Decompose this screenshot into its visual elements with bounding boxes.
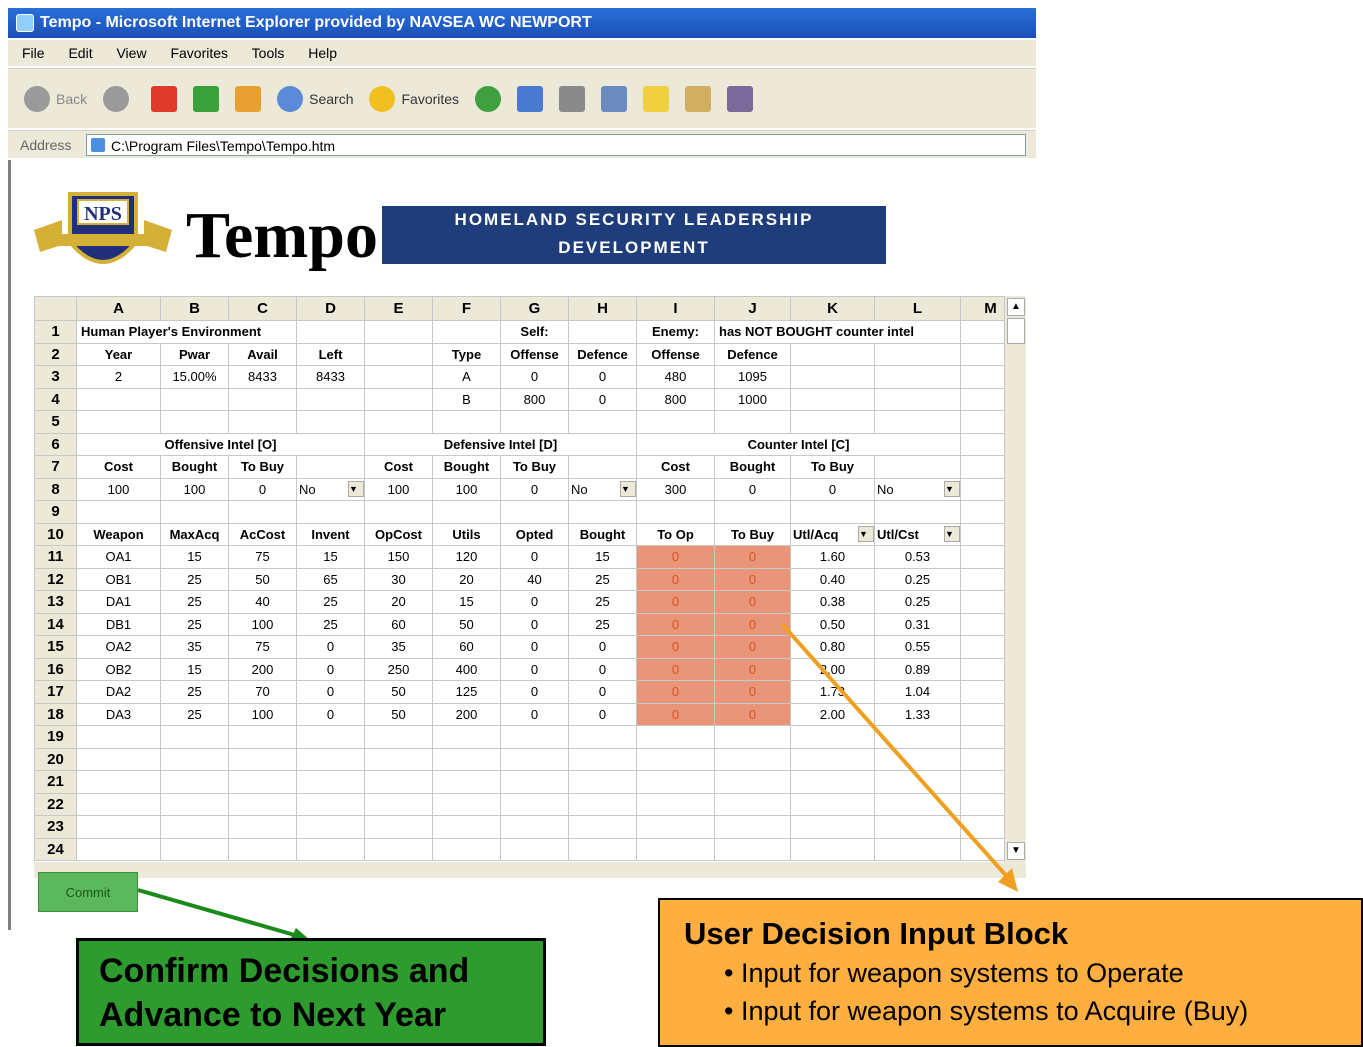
orange-arrow xyxy=(780,622,1012,882)
confirm-annotation: Confirm Decisions and Advance to Next Ye… xyxy=(76,938,546,1046)
green-arrow xyxy=(137,888,299,938)
annotation-title: User Decision Input Block xyxy=(684,916,1069,951)
annotation-item: • Input for weapon systems to Operate xyxy=(724,958,1184,988)
user-input-annotation: User Decision Input Block • Input for we… xyxy=(658,898,1363,1047)
annotation-item: • Input for weapon systems to Acquire (B… xyxy=(724,996,1249,1026)
annotation-arrows xyxy=(137,622,1018,944)
